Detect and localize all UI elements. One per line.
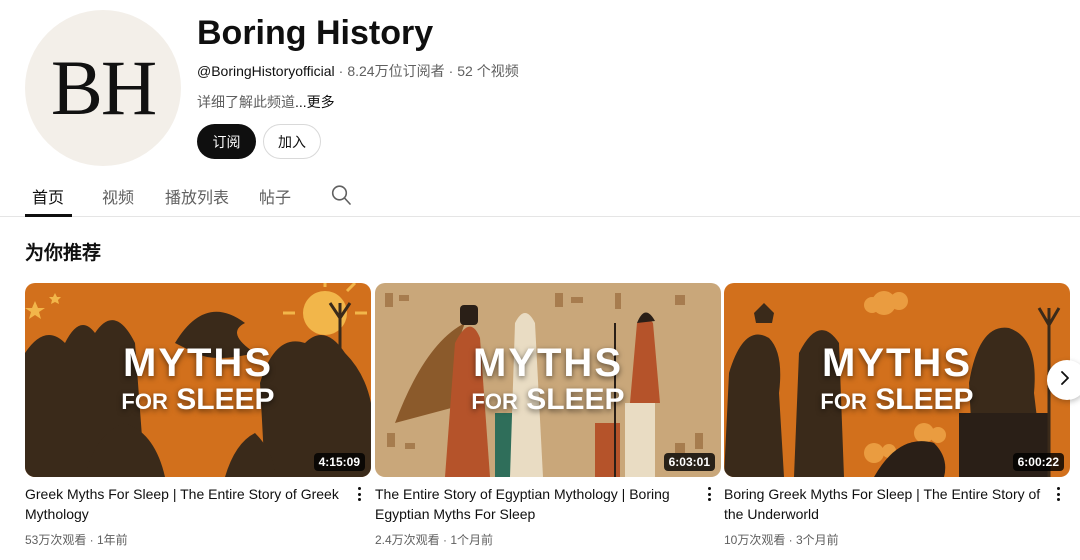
video-thumbnail[interactable]: MYTHS FOR SLEEP 6:03:01 (375, 283, 721, 477)
video-thumbnail[interactable]: MYTHS FOR SLEEP 4:15:09 (25, 283, 371, 477)
more-link[interactable]: ...更多 (295, 94, 335, 110)
more-vert-icon[interactable] (701, 485, 717, 503)
thumbnail-title-line2: SLEEP (526, 383, 625, 416)
section-title: 为你推荐 (25, 243, 102, 264)
thumbnail-title-line2: SLEEP (176, 383, 275, 416)
channel-avatar: BH (25, 10, 181, 166)
video-duration: 6:00:22 (1012, 453, 1064, 471)
thumbnail-title: MYTHS FOR SLEEP (724, 343, 1070, 415)
tab-posts[interactable]: 帖子 (259, 184, 291, 208)
channel-description[interactable]: 详细了解此频道...更多 (197, 92, 335, 112)
video-title[interactable]: The Entire Story of Egyptian Mythology |… (375, 484, 697, 524)
more-vert-icon[interactable] (351, 485, 367, 503)
more-vert-icon[interactable] (1050, 485, 1066, 503)
video-duration: 6:03:01 (663, 453, 715, 471)
video-title[interactable]: Boring Greek Myths For Sleep | The Entir… (724, 484, 1046, 524)
thumbnail-title-for: FOR (820, 389, 867, 414)
tab-home[interactable]: 首页 (32, 184, 64, 208)
search-icon[interactable] (331, 184, 351, 206)
thumbnail-title: MYTHS FOR SLEEP (25, 343, 371, 415)
active-tab-indicator (25, 214, 72, 217)
video-title[interactable]: Greek Myths For Sleep | The Entire Story… (25, 484, 347, 524)
video-card[interactable]: MYTHS FOR SLEEP 6:00:22 Boring Greek Myt… (724, 283, 1070, 547)
video-stats: 2.4万次观看 · 1个月前 (375, 533, 494, 547)
video-thumbnail[interactable]: MYTHS FOR SLEEP 6:00:22 (724, 283, 1070, 477)
thumbnail-title-for: FOR (471, 389, 518, 414)
thumbnail-title-line1: MYTHS (123, 341, 273, 385)
thumbnail-title-line1: MYTHS (822, 341, 972, 385)
subscribe-button[interactable]: 订阅 (197, 124, 256, 159)
thumbnail-title-line1: MYTHS (473, 341, 623, 385)
thumbnail-title-line2: SLEEP (875, 383, 974, 416)
channel-handle[interactable]: @BoringHistoryofficial (197, 63, 335, 79)
subscriber-count: 8.24万位订阅者 (347, 63, 445, 79)
channel-meta: @BoringHistoryofficial · 8.24万位订阅者 · 52 个视频 (197, 63, 519, 79)
thumbnail-title: MYTHS FOR SLEEP (375, 343, 721, 415)
video-duration: 4:15:09 (313, 453, 365, 471)
chevron-right-icon (1059, 370, 1071, 391)
channel-title: Boring History (197, 14, 434, 52)
video-card[interactable]: MYTHS FOR SLEEP 6:03:01 The Entire Story… (375, 283, 721, 547)
video-stats: 10万次观看 · 3个月前 (724, 533, 839, 547)
thumbnail-title-for: FOR (121, 389, 168, 414)
description-text: 详细了解此频道 (197, 94, 295, 110)
video-card[interactable]: MYTHS FOR SLEEP 4:15:09 Greek Myths For … (25, 283, 371, 547)
video-stats: 53万次观看 · 1年前 (25, 533, 128, 547)
tab-videos[interactable]: 视频 (102, 184, 134, 208)
join-button[interactable]: 加入 (263, 124, 321, 159)
carousel-next-button[interactable] (1047, 360, 1080, 400)
video-count: 52 个视频 (457, 63, 519, 79)
channel-tabs: 首页 视频 播放列表 帖子 (0, 172, 1080, 217)
avatar-text: BH (50, 44, 157, 131)
tab-playlists[interactable]: 播放列表 (165, 184, 229, 208)
